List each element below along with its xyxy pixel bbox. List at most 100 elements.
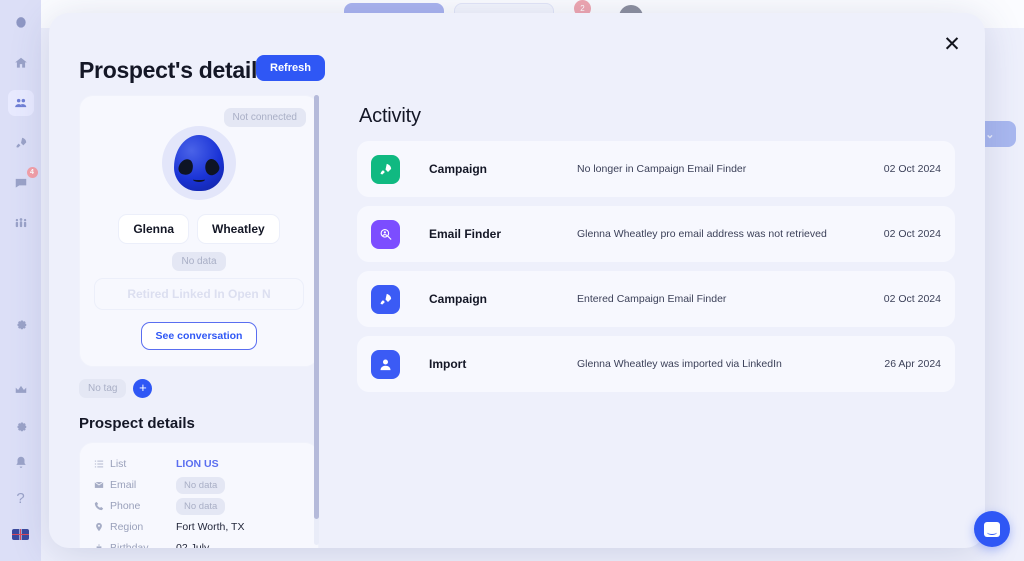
inbox-badge: 4: [26, 167, 38, 178]
avatar: [162, 126, 236, 200]
see-conversation-button[interactable]: See conversation: [140, 322, 258, 350]
chat-launcher-button[interactable]: [974, 511, 1010, 547]
detail-label-text: Birthday: [110, 542, 149, 548]
email-icon: [94, 481, 104, 488]
gear-icon: [17, 422, 26, 432]
detail-label-text: Region: [110, 521, 144, 533]
sidebar-item-help[interactable]: ?: [8, 485, 34, 511]
detail-row-birthday: Birthday 02 July: [94, 538, 304, 548]
sidebar-item-language[interactable]: [8, 521, 34, 547]
page-title: Prospect's details: [79, 57, 270, 83]
first-name-field[interactable]: Glenna: [118, 214, 189, 244]
detail-row-email: Email No data: [94, 475, 304, 495]
rocket-icon: [15, 137, 26, 148]
activity-type: Campaign: [429, 292, 488, 306]
detail-value-phone: No data: [176, 497, 226, 515]
detail-label-text: Email: [110, 479, 137, 491]
no-data-chip: No data: [176, 497, 226, 515]
cake-icon: [96, 544, 102, 548]
sidebar-item-inbox[interactable]: 4: [8, 167, 38, 196]
detail-value-email: No data: [176, 476, 226, 494]
activity-description: Glenna Wheatley pro email address was no…: [577, 227, 827, 240]
activity-type: Import: [429, 357, 467, 371]
table-row[interactable]: Import Glenna Wheatley was imported via …: [357, 336, 955, 392]
company-field[interactable]: No data: [172, 252, 226, 271]
sidebar-item-preferences[interactable]: [8, 413, 34, 439]
table-row[interactable]: Campaign No longer in Campaign Email Fin…: [357, 141, 955, 197]
detail-value-list[interactable]: LION US: [176, 458, 219, 470]
detail-label-phone: Phone: [94, 500, 176, 512]
sidebar-item-prospects[interactable]: [7, 90, 34, 116]
rocket-icon: [371, 154, 400, 184]
activity-description: Entered Campaign Email Finder: [577, 292, 727, 305]
prospect-details-heading: Prospect details: [79, 415, 195, 432]
activity-type: Campaign: [429, 162, 488, 176]
alien-avatar-icon: [174, 135, 224, 191]
activity-date: 02 Oct 2024: [883, 293, 941, 305]
detail-label-birthday: Birthday: [94, 542, 176, 548]
chevron-down-icon: ⌄: [985, 128, 995, 141]
sidebar-item-upgrade[interactable]: [8, 377, 34, 403]
detail-row-region: Region Fort Worth, TX: [94, 517, 304, 537]
activity-date: 02 Oct 2024: [883, 163, 941, 175]
activity-list: Campaign No longer in Campaign Email Fin…: [357, 141, 955, 401]
tag-chip[interactable]: No tag: [79, 379, 127, 398]
home-icon: [14, 57, 27, 68]
phone-icon: [94, 501, 104, 511]
scrollbar-thumb[interactable]: [314, 95, 319, 519]
people-icon: [14, 98, 26, 108]
detail-row-list: List LION US: [94, 454, 304, 474]
app-root: 4 ? 2 ⌄ ✕ Prospect's details Refresh Not…: [0, 0, 1024, 561]
detail-row-phone: Phone No data: [94, 496, 304, 516]
refresh-button[interactable]: Refresh: [256, 55, 325, 81]
sidebar-item-teams[interactable]: [8, 210, 34, 236]
group-icon: [15, 218, 26, 228]
activity-date: 02 Oct 2024: [883, 228, 941, 240]
tag-row: No tag +: [79, 379, 319, 398]
rocket-icon: [371, 284, 400, 314]
prospect-left-panel: Not connected Glenna Wheatley No data Re…: [79, 95, 319, 548]
bell-icon: [15, 456, 26, 468]
chat-icon: [15, 178, 26, 188]
list-icon: [94, 460, 104, 468]
sidebar-item-settings[interactable]: [8, 311, 34, 337]
activity-type: Email Finder: [429, 227, 502, 241]
prospect-details-modal: ✕ Prospect's details Refresh Not connect…: [49, 13, 985, 548]
name-fields: Glenna Wheatley: [94, 214, 304, 244]
table-row[interactable]: Email Finder Glenna Wheatley pro email a…: [357, 206, 955, 262]
activity-heading: Activity: [359, 105, 421, 127]
detail-label-list: List: [94, 458, 176, 470]
sidebar-item-campaigns[interactable]: [8, 130, 34, 156]
sidebar-item-notifications[interactable]: [8, 449, 34, 475]
detail-value-birthday: 02 July: [176, 542, 210, 548]
profile-card: Not connected Glenna Wheatley No data Re…: [79, 95, 319, 367]
headline-field[interactable]: Retired Linked In Open N: [94, 278, 304, 310]
alien-icon: [15, 17, 26, 28]
detail-label-region: Region: [94, 521, 176, 533]
sidebar-item-home[interactable]: [8, 50, 34, 76]
crown-icon: [15, 385, 26, 393]
left-sidebar: 4 ?: [0, 0, 41, 561]
sidebar-item-logo[interactable]: [8, 10, 34, 36]
detail-label-text: Phone: [110, 500, 141, 512]
table-row[interactable]: Campaign Entered Campaign Email Finder 0…: [357, 271, 955, 327]
status-badge: Not connected: [223, 108, 306, 127]
gear-icon: [17, 320, 26, 330]
detail-label-text: List: [110, 458, 127, 470]
close-icon[interactable]: ✕: [937, 29, 967, 59]
prospect-details-card: List LION US Email No data Phone No data…: [79, 442, 319, 548]
email-finder-icon: [371, 219, 400, 249]
left-panel-scrollbar[interactable]: [314, 95, 319, 545]
detail-value-region: Fort Worth, TX: [176, 521, 245, 533]
activity-description: No longer in Campaign Email Finder: [577, 162, 747, 175]
activity-description: Glenna Wheatley was imported via LinkedI…: [577, 357, 782, 370]
detail-label-email: Email: [94, 479, 176, 491]
person-icon: [371, 349, 400, 379]
add-tag-button[interactable]: +: [133, 379, 153, 398]
activity-date: 26 Apr 2024: [884, 358, 941, 370]
no-data-chip: No data: [176, 476, 226, 494]
intercom-icon: [984, 521, 1000, 537]
uk-flag-icon: [12, 528, 29, 540]
last-name-field[interactable]: Wheatley: [197, 214, 280, 244]
pin-icon: [96, 522, 102, 532]
